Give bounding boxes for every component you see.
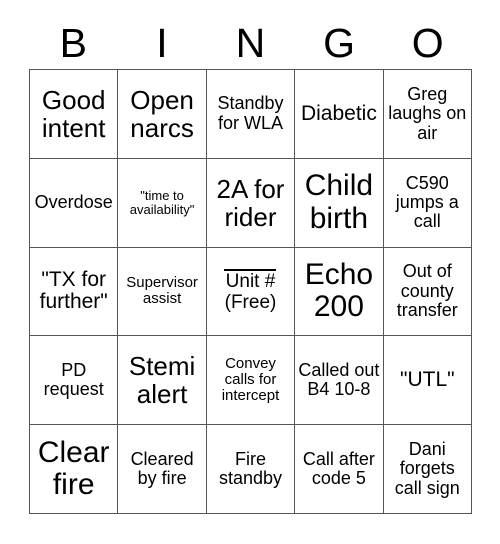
bingo-cell[interactable]: Stemi alert [118, 336, 207, 426]
bingo-cell-text: Out of county transfer [396, 261, 458, 321]
bingo-cell[interactable]: Called out B4 10-8 [295, 336, 384, 426]
bingo-cell-text: Overdose [34, 191, 113, 212]
free-space-unit-label: Unit # [225, 271, 276, 293]
bingo-cell[interactable]: Supervisor assist [118, 247, 207, 337]
bingo-cell-text: Good intent [41, 84, 106, 143]
bingo-cell[interactable]: C590 jumps a call [383, 158, 472, 248]
bingo-cell[interactable]: "TX for further" [30, 247, 119, 337]
bingo-cell[interactable]: Greg laughs on air [383, 70, 472, 159]
bingo-cell[interactable]: Out of county transfer [383, 247, 472, 337]
bingo-free-space-cell[interactable]: Unit # (Free) [206, 247, 296, 337]
bingo-cell-text: Called out B4 10-8 [298, 359, 380, 400]
bingo-cell[interactable]: Call after code 5 [295, 425, 384, 514]
bingo-header-letter-n: N [235, 19, 266, 66]
bingo-cell-text: Open narcs [130, 84, 194, 143]
bingo-cell-text: Supervisor assist [126, 274, 198, 308]
bingo-cell[interactable]: Child birth [295, 158, 384, 248]
bingo-cell[interactable]: Overdose [30, 158, 119, 248]
bingo-cell-text: Stemi alert [128, 351, 196, 410]
bingo-cell-text: C590 jumps a call [395, 172, 459, 232]
bingo-cell-text: Convey calls for intercept [221, 355, 280, 405]
bingo-cell-text: 2A for rider [216, 173, 285, 232]
bingo-cell[interactable]: 2A for rider [206, 158, 296, 248]
bingo-cell[interactable]: Standby for WLA [206, 70, 296, 159]
bingo-cell-text: PD request [43, 359, 104, 400]
bingo-cell-text: Clear fire [37, 435, 110, 502]
bingo-cell-text: Standby for WLA [217, 93, 284, 133]
bingo-cell-text: Call after code 5 [302, 448, 375, 489]
bingo-cell-text: Greg laughs on air [388, 83, 467, 143]
bingo-header-letter-g: G [323, 19, 356, 66]
bingo-header-letter-o: O [411, 19, 444, 66]
bingo-cell[interactable]: Cleared by fire [118, 425, 207, 514]
bingo-header-letter-b: B [59, 19, 87, 66]
free-space-label: (Free) [224, 291, 277, 313]
bingo-cell[interactable]: Good intent [30, 70, 119, 159]
bingo-cell[interactable]: Open narcs [118, 70, 207, 159]
bingo-cell[interactable]: Clear fire [30, 425, 119, 514]
bingo-cell-text: Fire standby [218, 448, 283, 489]
bingo-cell-text: Echo 200 [304, 258, 374, 324]
bingo-cell-text: Cleared by fire [130, 448, 194, 489]
bingo-cell[interactable]: "UTL" [383, 336, 472, 426]
bingo-cell-text: Diabetic [300, 101, 377, 125]
bingo-header-letter-i: I [156, 19, 168, 66]
bingo-header-row: B I N G O [29, 18, 472, 68]
bingo-cell-text: "UTL" [400, 367, 455, 391]
bingo-cell[interactable]: Dani forgets call sign [383, 425, 472, 514]
bingo-cell[interactable]: Fire standby [206, 425, 296, 514]
bingo-cell[interactable]: Convey calls for intercept [206, 336, 296, 426]
bingo-cell-text: "time to availability" [129, 187, 195, 217]
bingo-grid: Good intent Open narcs Standby for WLA Diab… [29, 69, 472, 514]
bingo-cell-text: Dani forgets call sign [394, 438, 460, 498]
bingo-card-page: B I N G O Good intent Open narcs Standby f… [0, 0, 500, 544]
bingo-cell[interactable]: Diabetic [295, 70, 384, 159]
bingo-cell-text: Child birth [304, 169, 374, 235]
bingo-cell-text: "TX for further" [39, 267, 108, 314]
bingo-cell[interactable]: Echo 200 [295, 247, 384, 337]
bingo-cell[interactable]: "time to availability" [118, 158, 207, 248]
bingo-cell[interactable]: PD request [30, 336, 119, 426]
